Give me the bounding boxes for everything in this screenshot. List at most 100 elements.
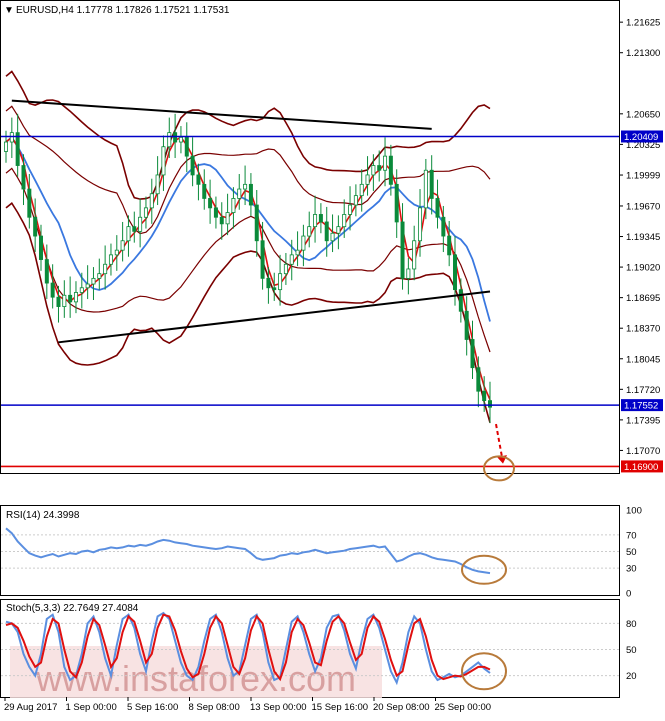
candle-body [476,367,481,392]
candle-body [4,141,9,152]
candle-body [155,174,160,195]
candle-body [108,254,113,265]
support-level-label: 1.17552 [624,401,658,412]
candle-body [126,226,131,242]
price-tick-label: 1.19999 [626,171,660,182]
candle-body [318,214,323,223]
x-tick-label: 29 Aug 2017 [4,702,57,713]
candle-body [38,235,43,260]
x-tick-label: 20 Sep 08:00 [373,702,430,713]
symbol-header: EURUSD,H4 1.17778 1.17826 1.17521 1.1753… [16,5,230,16]
candle-body [307,226,312,237]
candle-body [400,221,405,279]
rsi-tick-label: 100 [626,506,642,517]
candle-body [283,263,288,275]
candle-body [453,254,458,291]
candle-body [313,214,318,228]
candle-body [114,249,119,256]
candle-body [418,207,423,242]
price-tick-label: 1.18695 [626,293,660,304]
candle-body [301,235,306,251]
rsi-header: RSI(14) 24.3998 [6,510,80,521]
candle-body [254,204,259,242]
candle-body [132,226,137,232]
candle-body [470,339,475,369]
x-tick-label: 1 Sep 00:00 [66,702,117,713]
candle-body [173,132,178,143]
candle-body [365,174,370,185]
candle-body [383,155,388,171]
candle-body [184,136,189,157]
x-tick-label: 25 Sep 00:00 [435,702,492,713]
candle-body [50,282,55,298]
resistance-level-label: 1.20409 [624,132,658,143]
price-tick-label: 1.17720 [626,385,660,396]
candle-body [394,183,399,223]
candle-body [56,296,61,307]
stoch-header: Stoch(5,3,3) 22.7649 27.4084 [6,603,139,614]
candle-body [278,273,283,291]
candle-body [295,249,300,256]
candle-body [336,226,341,234]
candle-body [458,289,463,312]
candle-body [377,165,382,171]
candle-body [202,183,207,199]
price-tick-label: 1.20650 [626,109,660,120]
price-tick-label: 1.19020 [626,263,660,274]
candle-body [388,155,393,185]
chart-window: www.instaforex.com 1.21625 1.21300 1.20650… [0,0,665,716]
candle-body [406,268,411,279]
candle-body [44,259,49,284]
candle-body [342,214,347,228]
candle-body [248,183,253,206]
candle-body [91,277,96,285]
candle-body [15,132,20,166]
x-tick-label: 5 Sep 16:00 [127,702,178,713]
candle-body [429,169,434,199]
candle-body [219,216,224,225]
candle-body [196,174,201,185]
price-tick-label: 1.17395 [626,415,660,426]
candle-body [21,165,26,190]
candle-body [85,283,90,289]
candle-body [103,263,108,275]
candle-body [138,216,143,232]
candle-body [149,193,154,209]
rsi-tick-label: 0 [626,589,631,600]
candle-body [272,287,277,291]
watermark-text: www.instaforex.com [35,658,356,699]
candle-body [225,212,230,225]
candle-body [231,198,236,213]
candle-body [62,294,67,307]
stoch-tick-label: 80 [626,619,637,630]
candle-body [243,183,248,190]
candle-body [143,207,148,218]
candle-body [324,221,329,242]
candle-body [289,254,294,265]
candle-body [348,204,353,215]
candle-body [161,146,166,176]
x-tick-label: 8 Sep 08:00 [189,702,240,713]
candle-body [482,390,487,402]
candle-body [27,188,32,218]
candle-body [464,310,469,340]
candle-body [9,132,14,143]
price-tick-label: 1.21300 [626,48,660,59]
price-tick-label: 1.19345 [626,232,660,243]
price-tick-label: 1.17070 [626,446,660,457]
candle-body [266,277,271,289]
candle-body [33,216,38,237]
candle-body [260,240,265,279]
candle-body [167,132,172,148]
candle-body [208,198,213,209]
price-tick-label: 1.19670 [626,201,660,212]
stoch-tick-label: 50 [626,645,637,656]
candle-body [359,183,364,197]
candle-body [412,240,417,270]
candle-body [435,198,440,218]
candle-body [441,216,446,237]
price-arrow-icon: ▼ [4,5,14,16]
stoch-tick-label: 20 [626,671,637,682]
candle-body [487,400,492,408]
candle-body [371,165,376,176]
